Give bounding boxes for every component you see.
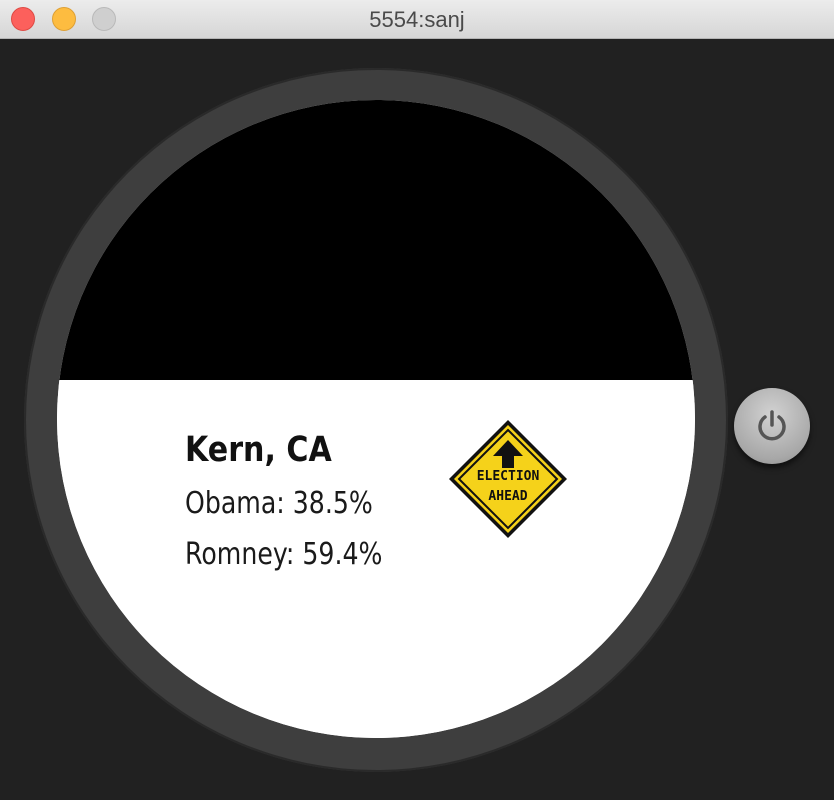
power-icon (758, 410, 786, 441)
power-button[interactable] (734, 388, 810, 464)
sign-line2: AHEAD (488, 489, 527, 504)
county-title: Kern, CA (185, 430, 332, 470)
window-title: 5554:sanj (369, 7, 465, 32)
watch-face-top-panel (57, 100, 695, 380)
emulator-window: 5554:sanj Kern, CA Obama: 38.5% Romney: … (0, 0, 834, 800)
obama-result: Obama: 38.5% (185, 486, 373, 521)
sign-line1: ELECTION (477, 469, 540, 484)
title-bar[interactable]: 5554:sanj (0, 0, 834, 39)
romney-result: Romney: 59.4% (185, 537, 383, 572)
emulator-content: Kern, CA Obama: 38.5% Romney: 59.4% ELEC… (0, 39, 834, 800)
watch-face[interactable]: Kern, CA Obama: 38.5% Romney: 59.4% ELEC… (57, 100, 695, 738)
election-ahead-sign-icon: ELECTION AHEAD (449, 420, 567, 538)
watch-bezel: Kern, CA Obama: 38.5% Romney: 59.4% ELEC… (24, 68, 728, 772)
